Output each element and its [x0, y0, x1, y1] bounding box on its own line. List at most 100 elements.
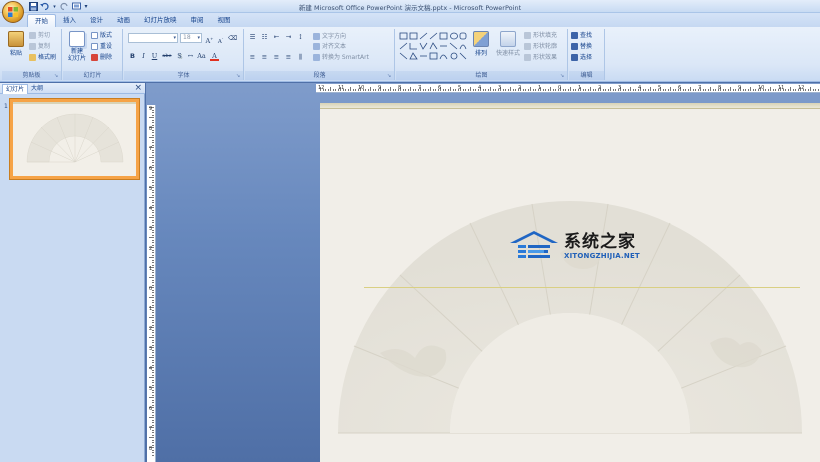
- shrink-font-button[interactable]: A-: [216, 34, 225, 45]
- ruler-tick: [149, 417, 154, 418]
- reset-button[interactable]: 重设: [91, 42, 112, 51]
- ruler-tick: [152, 154, 154, 156]
- ruler-tick: [370, 87, 371, 91]
- vertical-ruler[interactable]: 9 8 7 6 5 4 3 2 1 0 1 2 3 4 5 6 7 8: [147, 105, 156, 462]
- cut-button[interactable]: 剪切: [29, 31, 50, 40]
- ruler-tick: [152, 162, 154, 163]
- tab-outline-panel[interactable]: 大纲: [28, 84, 46, 94]
- ruler-tick: [152, 384, 154, 386]
- tab-home[interactable]: 开始: [27, 14, 56, 27]
- align-left-icon[interactable]: ≡: [248, 53, 257, 62]
- ruler-tick: [152, 342, 154, 343]
- paragraph-launcher-icon[interactable]: ↘: [387, 73, 393, 79]
- ruler-tick: [152, 129, 154, 131]
- ruler-tick: [692, 89, 694, 91]
- ruler-number: 5: [149, 386, 153, 392]
- font-color-icon[interactable]: A: [210, 52, 219, 61]
- tab-review[interactable]: 审阅: [184, 14, 211, 27]
- ruler-tick: [152, 364, 154, 366]
- paste-button[interactable]: 粘贴: [5, 31, 27, 57]
- ruler-number: 5: [458, 85, 462, 91]
- ruler-tick: [647, 89, 649, 91]
- clipboard-launcher-icon[interactable]: ↘: [54, 73, 60, 79]
- italic-button[interactable]: I: [139, 52, 148, 61]
- ruler-tick: [772, 89, 774, 91]
- panel-tab-bar: 幻灯片 大纲 ×: [0, 83, 145, 94]
- underline-button[interactable]: U: [150, 52, 159, 61]
- close-icon[interactable]: ×: [134, 83, 142, 94]
- tab-design[interactable]: 设计: [83, 14, 110, 27]
- ruler-tick: [152, 174, 154, 176]
- tab-animation[interactable]: 动画: [110, 14, 137, 27]
- ruler-tick: [387, 89, 389, 91]
- shape-effects-button[interactable]: 形状效果: [524, 53, 557, 62]
- ruler-tick: [152, 279, 154, 281]
- drawing-launcher-icon[interactable]: ↘: [560, 73, 566, 79]
- bold-button[interactable]: B: [128, 52, 137, 61]
- ruler-tick: [815, 89, 816, 91]
- ruler-tick: [485, 89, 486, 91]
- find-button[interactable]: 查找: [571, 31, 592, 40]
- char-spacing-icon[interactable]: ↔: [186, 52, 195, 61]
- tab-insert[interactable]: 插入: [56, 14, 83, 27]
- horizontal-ruler[interactable]: 12 11 10 9 8 7 6 5 4 3 2 1 0 1 2 3 4 5 6 7 8 9 10 11 12: [316, 84, 820, 93]
- quick-styles-button[interactable]: 快速样式: [494, 31, 522, 57]
- delete-slide-button[interactable]: 删除: [91, 53, 112, 62]
- ruler-tick: [152, 274, 154, 276]
- arrange-button[interactable]: 排列: [470, 31, 492, 57]
- ruler-tick: [149, 177, 154, 178]
- align-center-icon[interactable]: ≡: [260, 53, 269, 62]
- format-painter-button[interactable]: 格式刷: [29, 53, 56, 62]
- slide-canvas[interactable]: 系统之家 XITONGZHIJIA.NET: [320, 103, 820, 462]
- ruler-tick: [722, 89, 724, 91]
- font-size-combo[interactable]: 18 ▾: [180, 33, 202, 43]
- select-button[interactable]: 选择: [571, 53, 592, 62]
- clipboard-group-label: 剪贴板: [2, 71, 61, 80]
- ruler-tick: [149, 217, 154, 218]
- ruler-tick: [152, 452, 154, 453]
- shape-fill-button[interactable]: 形状填充: [524, 31, 557, 40]
- shapes-gallery[interactable]: [399, 32, 467, 60]
- convert-smartart-button[interactable]: 转换为 SmartArt: [313, 53, 369, 62]
- ruler-tick: [750, 87, 751, 91]
- ruler-tick: [587, 89, 589, 91]
- increase-indent-icon[interactable]: ⇥: [284, 33, 293, 42]
- slide-editing-area: 12 11 10 9 8 7 6 5 4 3 2 1 0 1 2 3 4 5 6 7 8 9 10 11 12 98765432…: [146, 83, 820, 462]
- ruler-number: 2: [149, 326, 153, 332]
- strikethrough-button[interactable]: abe: [161, 52, 173, 61]
- ruler-tick: [435, 89, 436, 91]
- align-text-button[interactable]: 对齐文本: [313, 42, 346, 51]
- align-right-icon[interactable]: ≡: [272, 53, 281, 62]
- grow-font-button[interactable]: A+: [205, 34, 214, 45]
- new-slide-button[interactable]: 新建 幻灯片: [65, 31, 89, 62]
- office-button[interactable]: [2, 1, 24, 23]
- columns-icon[interactable]: ⫼: [296, 53, 305, 62]
- numbering-icon[interactable]: ☷: [260, 33, 269, 42]
- shadow-button[interactable]: S: [175, 52, 184, 61]
- font-name-combo[interactable]: ▾: [128, 33, 178, 43]
- tab-view[interactable]: 视图: [211, 14, 238, 27]
- justify-icon[interactable]: ≡: [284, 53, 293, 62]
- change-case-icon[interactable]: Aa: [197, 52, 206, 61]
- tab-slideshow[interactable]: 幻灯片放映: [137, 14, 184, 27]
- font-launcher-icon[interactable]: ↘: [236, 73, 242, 79]
- slide-number-label: 1: [4, 103, 8, 110]
- bullets-icon[interactable]: ☰: [248, 33, 257, 42]
- ruler-tick: [149, 357, 154, 358]
- slide-thumbnail-1[interactable]: [10, 99, 139, 179]
- line-spacing-icon[interactable]: ↕: [296, 33, 305, 42]
- replace-button[interactable]: 替换: [571, 42, 592, 51]
- tab-slides-panel[interactable]: 幻灯片: [2, 84, 29, 94]
- ruler-tick: [675, 89, 676, 91]
- ruler-tick: [527, 89, 529, 91]
- decrease-indent-icon[interactable]: ⇤: [272, 33, 281, 42]
- copy-button[interactable]: 复制: [29, 42, 50, 51]
- ruler-tick: [152, 444, 154, 446]
- shape-outline-button[interactable]: 形状轮廓: [524, 42, 557, 51]
- layout-button[interactable]: 版式: [91, 31, 112, 40]
- clear-format-icon[interactable]: ⌫: [228, 34, 237, 43]
- ruler-number: 7: [418, 85, 422, 91]
- ruler-tick: [152, 392, 154, 393]
- ruler-tick: [742, 89, 744, 91]
- text-direction-button[interactable]: 文字方向: [313, 32, 346, 41]
